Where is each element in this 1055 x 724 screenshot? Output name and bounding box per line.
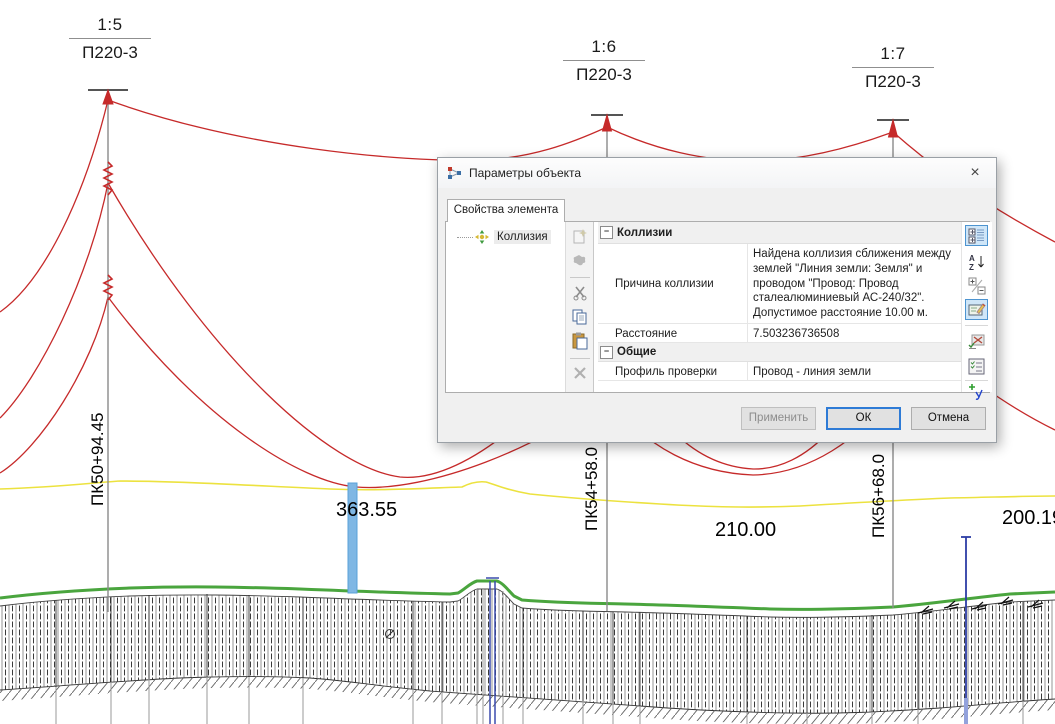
toolbar-separator <box>965 380 988 381</box>
tree-item-label: Коллизия <box>494 230 551 244</box>
toolbar-separator <box>570 358 590 359</box>
group-header-general[interactable]: − Общие <box>598 343 961 362</box>
dialog-title: Параметры объекта <box>469 166 581 180</box>
property-label: Профиль проверки <box>598 362 748 380</box>
tower-3-type: П220-3 <box>843 72 943 92</box>
property-value[interactable]: Найдена коллизия сближения между землей … <box>748 244 961 323</box>
cut-icon[interactable] <box>571 284 589 302</box>
check-errors-icon[interactable] <box>965 330 988 351</box>
paste-icon[interactable] <box>571 332 589 350</box>
station-label-2: ПК54+58.0 <box>582 447 602 531</box>
tab-element-properties[interactable]: Свойства элемента <box>447 199 565 222</box>
collapse-icon[interactable]: − <box>600 346 613 359</box>
grid-view-toolbar: A Z <box>961 222 992 392</box>
apply-button[interactable]: Применить <box>741 407 816 430</box>
fraction-line <box>69 38 151 39</box>
property-row-collision-reason[interactable]: Причина коллизии Найдена коллизия сближе… <box>598 244 961 324</box>
alphabetical-sort-icon[interactable]: A Z <box>965 251 988 272</box>
tower-1-type: П220-3 <box>60 43 160 63</box>
property-value[interactable]: 7.503236736508 <box>748 324 961 342</box>
app-canvas: { "drawing": { "towers": [ {"ratio_label… <box>0 0 1055 724</box>
fraction-line <box>852 67 934 68</box>
group-header-collisions[interactable]: − Коллизии <box>598 222 961 244</box>
svg-text:Z: Z <box>969 263 974 271</box>
toolbar-separator <box>570 277 590 278</box>
tower-1-label: 1:5 П220-3 <box>60 15 160 63</box>
span-length-1: 363.55 <box>336 499 397 522</box>
properties-panel: Коллизия <box>445 221 990 393</box>
tower-2-type: П220-3 <box>554 65 654 85</box>
collision-node-icon <box>475 230 489 244</box>
tree-connector <box>457 237 473 238</box>
svg-text:A: A <box>969 254 975 263</box>
tower-1-ratio: 1:5 <box>60 15 160 35</box>
station-label-3: ПК56+68.0 <box>869 454 889 538</box>
panel-divider <box>593 222 594 392</box>
property-grid: − Коллизии Причина коллизии Найдена колл… <box>598 222 961 392</box>
close-icon[interactable]: × <box>964 163 986 183</box>
categorized-view-icon[interactable] <box>965 225 988 246</box>
copy-icon[interactable] <box>571 308 589 326</box>
add-watch-icon[interactable] <box>965 383 988 401</box>
add-element-icon[interactable] <box>571 227 589 245</box>
tree-item-collision[interactable]: Коллизия <box>446 228 551 246</box>
tower-crossarms <box>88 90 909 120</box>
span-length-3: 200.19 <box>1002 507 1055 530</box>
element-toolbar <box>565 222 594 392</box>
toolbar-separator <box>965 325 988 326</box>
fraction-line <box>563 60 645 61</box>
edit-property-icon[interactable] <box>965 299 988 320</box>
property-row-distance[interactable]: Расстояние 7.503236736508 <box>598 324 961 343</box>
group-header-label: Общие <box>617 346 656 358</box>
dialog-titlebar[interactable]: Параметры объекта × <box>438 158 996 188</box>
tower-3-ratio: 1:7 <box>843 44 943 64</box>
property-value[interactable]: Провод - линия земли <box>748 362 961 380</box>
checklist-icon[interactable] <box>965 356 988 377</box>
app-icon <box>447 166 462 181</box>
aux-profile-line[interactable] <box>0 481 1055 507</box>
delete-icon[interactable] <box>571 364 589 382</box>
object-parameters-dialog: Параметры объекта × Свойства элемента Ко… <box>437 157 997 443</box>
property-row-check-profile[interactable]: Профиль проверки Провод - линия земли <box>598 362 961 381</box>
cancel-button[interactable]: Отмена <box>911 407 986 430</box>
expand-collapse-icon[interactable] <box>965 275 988 296</box>
property-label: Причина коллизии <box>598 244 748 323</box>
tower-3-label: 1:7 П220-3 <box>843 44 943 92</box>
station-label-1: ПК50+94.45 <box>88 413 108 507</box>
component-icon[interactable] <box>571 251 589 269</box>
group-header-label: Коллизии <box>617 227 672 239</box>
tower-2-label: 1:6 П220-3 <box>554 37 654 85</box>
tower-2-ratio: 1:6 <box>554 37 654 57</box>
span-length-2: 210.00 <box>715 519 776 542</box>
property-label: Расстояние <box>598 324 748 342</box>
ok-button[interactable]: ОК <box>826 407 901 430</box>
collapse-icon[interactable]: − <box>600 226 613 239</box>
